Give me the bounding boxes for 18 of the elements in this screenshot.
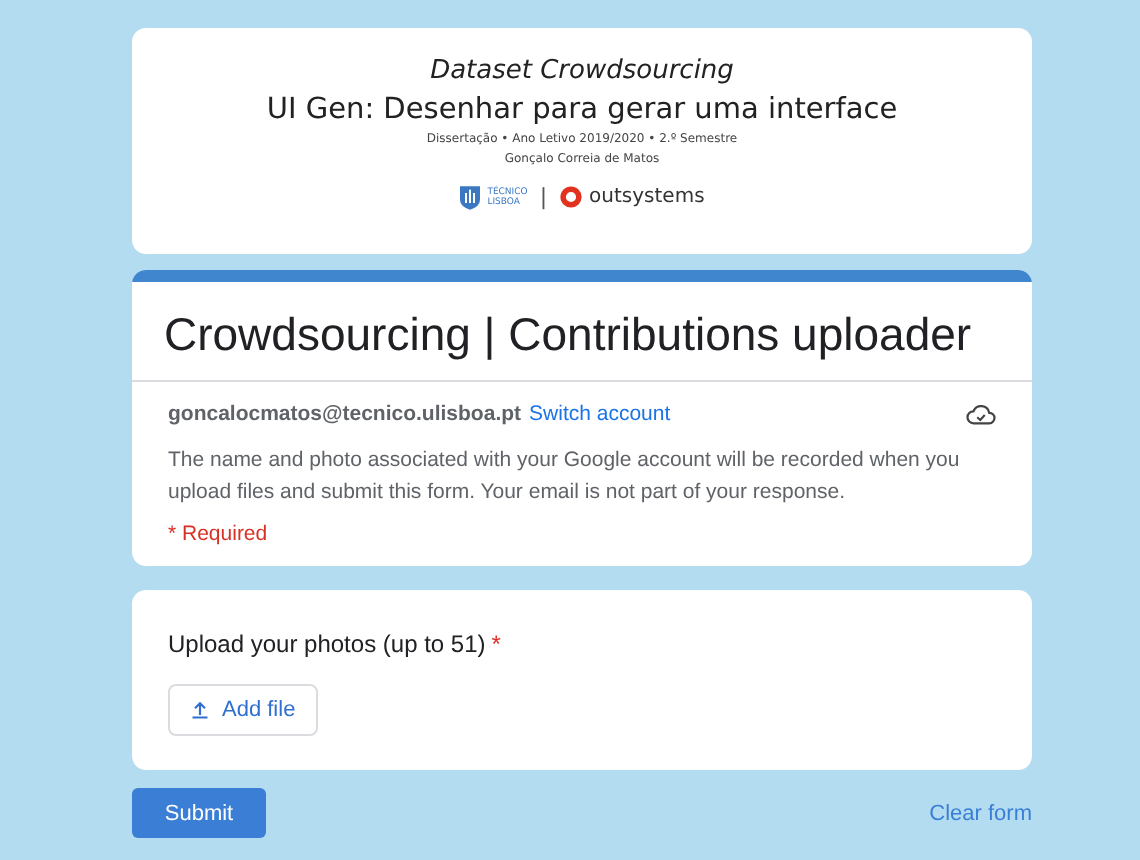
shield-icon — [459, 185, 480, 209]
upload-icon — [190, 700, 210, 720]
account-email: goncalocmatos@tecnico.ulisboa.pt — [168, 402, 522, 426]
cloud-icon — [966, 403, 996, 425]
form-title: Crowdsourcing | Contributions uploader — [164, 306, 972, 362]
add-file-button[interactable]: Add file — [168, 684, 318, 736]
required-mark: * — [491, 630, 501, 658]
question-label: Upload your photos (up to 51) — [168, 630, 486, 658]
form-heading: UI Gen: Desenhar para gerar uma interface — [264, 94, 900, 126]
switch-account-link[interactable]: Switch account — [529, 402, 671, 426]
logo-separator: | — [539, 184, 548, 210]
clear-form-link[interactable]: Clear form — [929, 801, 1032, 825]
submit-button[interactable]: Submit — [132, 788, 266, 838]
ring-icon — [559, 186, 582, 208]
required-note: * Required — [168, 522, 270, 546]
logo-text: outsystems — [589, 186, 705, 208]
form-subtitle: Dataset Crowdsourcing — [428, 56, 736, 86]
notice-text: The name and photo associated with your Google account will be recorded when you upload files and submit this form. Your email is not part of your response. — [168, 446, 962, 508]
